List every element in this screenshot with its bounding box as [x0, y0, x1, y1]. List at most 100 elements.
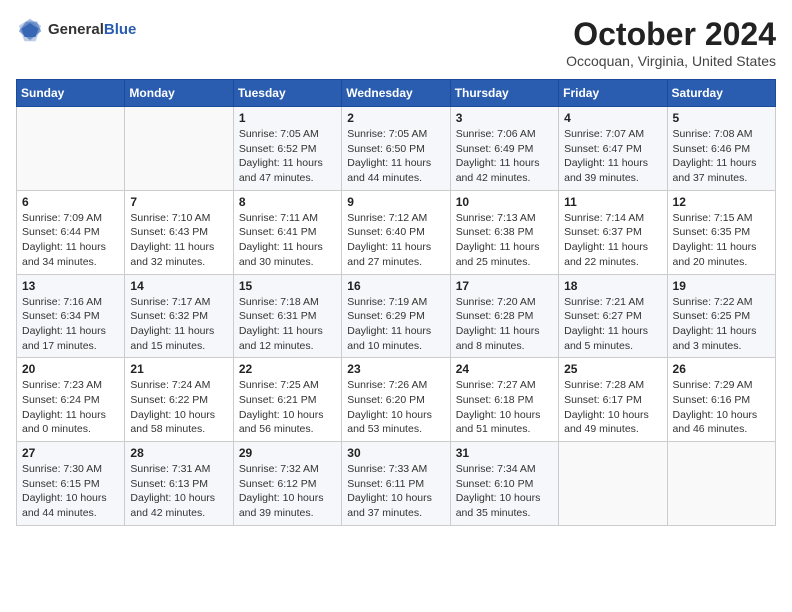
calendar-cell: 17Sunrise: 7:20 AM Sunset: 6:28 PM Dayli… — [450, 274, 558, 358]
calendar-cell: 12 Sunrise: 7:15 AM Sunset: 6:35 PM Dayli… — [667, 190, 775, 274]
calendar-cell: 10 Sunrise: 7:13 AM Sunset: 6:38 PM Dayli… — [450, 190, 558, 274]
calendar-cell: 13 Sunrise: 7:16 AM Sunset: 6:34 PM Dayli… — [17, 274, 125, 358]
day-info: Sunrise: 7:25 AM Sunset: 6:21 PM Dayligh… — [239, 378, 336, 437]
day-info: Sunrise: 7:17 AM Sunset: 6:32 PM Dayligh… — [130, 295, 227, 354]
calendar-cell — [559, 442, 667, 526]
day-number: 19 — [673, 279, 770, 293]
calendar-cell: 30Sunrise: 7:33 AM Sunset: 6:11 PM Dayli… — [342, 442, 450, 526]
calendar-cell: 21Sunrise: 7:24 AM Sunset: 6:22 PM Dayli… — [125, 358, 233, 442]
day-info: Sunrise: 7:07 AM Sunset: 6:47 PM Dayligh… — [564, 127, 661, 186]
day-number: 9 — [347, 195, 444, 209]
day-number: 3 — [456, 111, 553, 125]
day-info: Sunrise: 7:05 AM Sunset: 6:52 PM Dayligh… — [239, 127, 336, 186]
day-info: Sunrise: 7:05 AM Sunset: 6:50 PM Dayligh… — [347, 127, 444, 186]
day-info: Sunrise: 7:21 AM Sunset: 6:27 PM Dayligh… — [564, 295, 661, 354]
calendar-cell: 15Sunrise: 7:18 AM Sunset: 6:31 PM Dayli… — [233, 274, 341, 358]
calendar-table: SundayMondayTuesdayWednesdayThursdayFrid… — [16, 79, 776, 526]
day-number: 10 — [456, 195, 553, 209]
calendar-cell: 18 Sunrise: 7:21 AM Sunset: 6:27 PM Dayli… — [559, 274, 667, 358]
calendar-cell: 5 Sunrise: 7:08 AM Sunset: 6:46 PM Daylig… — [667, 107, 775, 191]
day-info: Sunrise: 7:30 AM Sunset: 6:15 PM Dayligh… — [22, 462, 119, 521]
weekday-header-wednesday: Wednesday — [342, 80, 450, 107]
day-number: 12 — [673, 195, 770, 209]
day-info: Sunrise: 7:18 AM Sunset: 6:31 PM Dayligh… — [239, 295, 336, 354]
day-info: Sunrise: 7:09 AM Sunset: 6:44 PM Dayligh… — [22, 211, 119, 270]
day-info: Sunrise: 7:08 AM Sunset: 6:46 PM Dayligh… — [673, 127, 770, 186]
calendar-cell: 26 Sunrise: 7:29 AM Sunset: 6:16 PM Dayli… — [667, 358, 775, 442]
calendar-cell — [125, 107, 233, 191]
calendar-cell: 4 Sunrise: 7:07 AM Sunset: 6:47 PM Daylig… — [559, 107, 667, 191]
day-info: Sunrise: 7:06 AM Sunset: 6:49 PM Dayligh… — [456, 127, 553, 186]
logo-text-blue: Blue — [104, 21, 137, 38]
day-info: Sunrise: 7:13 AM Sunset: 6:38 PM Dayligh… — [456, 211, 553, 270]
day-info: Sunrise: 7:19 AM Sunset: 6:29 PM Dayligh… — [347, 295, 444, 354]
calendar-cell: 28Sunrise: 7:31 AM Sunset: 6:13 PM Dayli… — [125, 442, 233, 526]
calendar-cell: 1 Sunrise: 7:05 AM Sunset: 6:52 PM Daylig… — [233, 107, 341, 191]
calendar-cell: 2 Sunrise: 7:05 AM Sunset: 6:50 PM Daylig… — [342, 107, 450, 191]
day-number: 20 — [22, 362, 119, 376]
calendar-cell: 14 Sunrise: 7:17 AM Sunset: 6:32 PM Dayli… — [125, 274, 233, 358]
calendar-cell: 19 Sunrise: 7:22 AM Sunset: 6:25 PM Dayli… — [667, 274, 775, 358]
location-title: Occoquan, Virginia, United States — [566, 53, 776, 69]
day-info: Sunrise: 7:29 AM Sunset: 6:16 PM Dayligh… — [673, 378, 770, 437]
calendar-week-2: 6 Sunrise: 7:09 AM Sunset: 6:44 PM Daylig… — [17, 190, 776, 274]
day-info: Sunrise: 7:26 AM Sunset: 6:20 PM Dayligh… — [347, 378, 444, 437]
calendar-cell: 24Sunrise: 7:27 AM Sunset: 6:18 PM Dayli… — [450, 358, 558, 442]
day-info: Sunrise: 7:28 AM Sunset: 6:17 PM Dayligh… — [564, 378, 661, 437]
weekday-header-tuesday: Tuesday — [233, 80, 341, 107]
calendar-cell: 31 Sunrise: 7:34 AM Sunset: 6:10 PM Dayli… — [450, 442, 558, 526]
day-number: 27 — [22, 446, 119, 460]
calendar-cell: 9 Sunrise: 7:12 AM Sunset: 6:40 PM Daylig… — [342, 190, 450, 274]
day-number: 25 — [564, 362, 661, 376]
calendar-week-4: 20 Sunrise: 7:23 AM Sunset: 6:24 PM Dayli… — [17, 358, 776, 442]
calendar-week-3: 13 Sunrise: 7:16 AM Sunset: 6:34 PM Dayli… — [17, 274, 776, 358]
day-number: 31 — [456, 446, 553, 460]
calendar-cell: 27 Sunrise: 7:30 AM Sunset: 6:15 PM Dayli… — [17, 442, 125, 526]
calendar-cell: 29 Sunrise: 7:32 AM Sunset: 6:12 PM Dayli… — [233, 442, 341, 526]
calendar-cell: 8Sunrise: 7:11 AM Sunset: 6:41 PM Daylig… — [233, 190, 341, 274]
calendar-cell — [667, 442, 775, 526]
calendar-cell: 22Sunrise: 7:25 AM Sunset: 6:21 PM Dayli… — [233, 358, 341, 442]
weekday-header-sunday: Sunday — [17, 80, 125, 107]
weekday-header-saturday: Saturday — [667, 80, 775, 107]
calendar-cell: 3 Sunrise: 7:06 AM Sunset: 6:49 PM Daylig… — [450, 107, 558, 191]
day-number: 23 — [347, 362, 444, 376]
day-number: 29 — [239, 446, 336, 460]
day-number: 14 — [130, 279, 227, 293]
day-info: Sunrise: 7:16 AM Sunset: 6:34 PM Dayligh… — [22, 295, 119, 354]
calendar-cell: 16Sunrise: 7:19 AM Sunset: 6:29 PM Dayli… — [342, 274, 450, 358]
day-number: 5 — [673, 111, 770, 125]
day-number: 2 — [347, 111, 444, 125]
weekday-header-monday: Monday — [125, 80, 233, 107]
weekday-header-thursday: Thursday — [450, 80, 558, 107]
day-number: 6 — [22, 195, 119, 209]
day-info: Sunrise: 7:34 AM Sunset: 6:10 PM Dayligh… — [456, 462, 553, 521]
day-info: Sunrise: 7:23 AM Sunset: 6:24 PM Dayligh… — [22, 378, 119, 437]
day-info: Sunrise: 7:10 AM Sunset: 6:43 PM Dayligh… — [130, 211, 227, 270]
calendar-body: 1 Sunrise: 7:05 AM Sunset: 6:52 PM Daylig… — [17, 107, 776, 526]
day-number: 18 — [564, 279, 661, 293]
calendar-week-1: 1 Sunrise: 7:05 AM Sunset: 6:52 PM Daylig… — [17, 107, 776, 191]
calendar-cell: 20 Sunrise: 7:23 AM Sunset: 6:24 PM Dayli… — [17, 358, 125, 442]
day-number: 17 — [456, 279, 553, 293]
day-info: Sunrise: 7:12 AM Sunset: 6:40 PM Dayligh… — [347, 211, 444, 270]
day-info: Sunrise: 7:15 AM Sunset: 6:35 PM Dayligh… — [673, 211, 770, 270]
day-number: 13 — [22, 279, 119, 293]
calendar-cell: 6 Sunrise: 7:09 AM Sunset: 6:44 PM Daylig… — [17, 190, 125, 274]
logo-icon — [16, 16, 44, 44]
calendar-cell: 11Sunrise: 7:14 AM Sunset: 6:37 PM Dayli… — [559, 190, 667, 274]
day-info: Sunrise: 7:33 AM Sunset: 6:11 PM Dayligh… — [347, 462, 444, 521]
day-info: Sunrise: 7:22 AM Sunset: 6:25 PM Dayligh… — [673, 295, 770, 354]
title-block: October 2024 Occoquan, Virginia, United … — [566, 16, 776, 69]
day-number: 26 — [673, 362, 770, 376]
month-title: October 2024 — [566, 16, 776, 53]
day-number: 24 — [456, 362, 553, 376]
day-number: 1 — [239, 111, 336, 125]
day-info: Sunrise: 7:14 AM Sunset: 6:37 PM Dayligh… — [564, 211, 661, 270]
day-number: 28 — [130, 446, 227, 460]
calendar-cell: 7Sunrise: 7:10 AM Sunset: 6:43 PM Daylig… — [125, 190, 233, 274]
day-number: 8 — [239, 195, 336, 209]
logo-text-general: General — [48, 21, 104, 38]
day-number: 4 — [564, 111, 661, 125]
day-info: Sunrise: 7:32 AM Sunset: 6:12 PM Dayligh… — [239, 462, 336, 521]
